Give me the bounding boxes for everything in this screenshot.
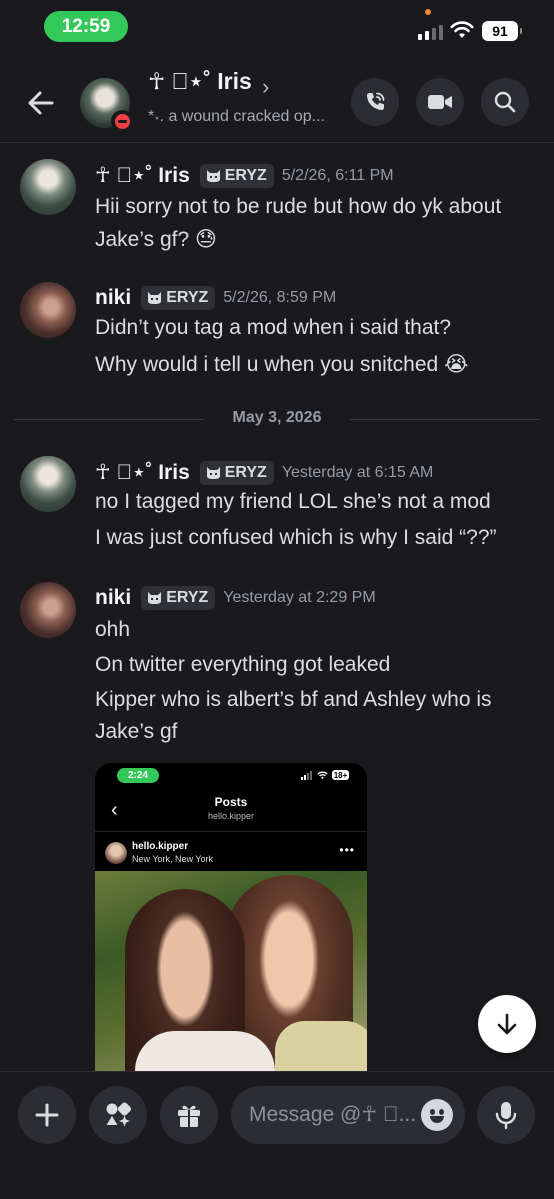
attachment-divider — [95, 831, 367, 832]
emoji-icon[interactable] — [421, 1099, 453, 1131]
author-name[interactable]: niki — [95, 586, 131, 610]
message-header: niki ERYZ 5/2/26, 8:59 PM — [95, 286, 336, 310]
avatar[interactable] — [20, 159, 76, 215]
timestamp: Yesterday at 2:29 PM — [223, 589, 376, 606]
message-text: On twitter everything got leaked — [95, 653, 391, 676]
avatar[interactable] — [20, 582, 76, 638]
voice-call-button[interactable] — [351, 78, 399, 126]
message-text: Jake’s gf? 😓 — [95, 228, 217, 251]
chat-header: ☥ ⃝⋆˚ Iris › *˖. a wound cracked op... — [0, 62, 554, 142]
author-name[interactable]: ☥ ⃝⋆˚ Iris — [95, 163, 190, 188]
wifi-icon — [317, 771, 328, 779]
timestamp: 5/2/26, 6:11 PM — [281, 166, 394, 184]
cat-icon — [206, 466, 220, 479]
status-time: 12:59 — [44, 11, 128, 42]
signal-icon — [418, 24, 443, 40]
date-label: May 3, 2026 — [232, 409, 322, 426]
apps-button[interactable] — [89, 1086, 147, 1144]
attachment-subtitle: hello.kipper — [207, 811, 255, 821]
avatar[interactable] — [20, 456, 76, 512]
cat-icon — [206, 169, 220, 182]
guild-tag-label: ERYZ — [224, 166, 267, 184]
author-name[interactable]: niki — [95, 286, 131, 310]
guild-tag-label: ERYZ — [166, 589, 209, 606]
cat-icon — [148, 292, 162, 304]
timestamp: 5/2/26, 8:59 PM — [223, 289, 337, 306]
header-username[interactable]: ☥ ⃝⋆˚ Iris — [148, 68, 252, 95]
apps-icon — [106, 1102, 132, 1127]
message-header: niki ERYZ Yesterday at 2:29 PM — [95, 586, 376, 610]
guild-tag-label: ERYZ — [166, 289, 209, 306]
header-custom-status: *˖. a wound cracked op... — [148, 108, 325, 125]
dnd-status-icon — [111, 110, 133, 132]
video-camera-icon — [428, 95, 452, 109]
back-arrow-icon[interactable] — [24, 86, 58, 120]
message-input[interactable] — [249, 1086, 419, 1144]
guild-tag[interactable]: ERYZ — [199, 460, 274, 485]
microphone-icon — [495, 1102, 517, 1130]
message-header: ☥ ⃝⋆˚ Iris ERYZ 5/2/26, 6:11 PM — [95, 163, 394, 188]
avatar[interactable] — [20, 282, 76, 338]
recording-indicator — [425, 9, 431, 15]
attachment-title: Posts — [214, 795, 248, 809]
message-text: Kipper who is albert’s bf and Ashley who… — [95, 688, 492, 711]
attachment-avatar — [105, 842, 127, 864]
attachment-battery: 18+ — [332, 770, 349, 780]
video-call-button[interactable] — [416, 78, 464, 126]
status-bar: 12:59 91 — [0, 0, 554, 52]
attachment-username: hello.kipper — [132, 841, 189, 852]
gift-icon — [178, 1105, 200, 1127]
message-composer — [0, 1071, 554, 1199]
guild-tag[interactable]: ERYZ — [141, 586, 216, 610]
message-text: Hii sorry not to be rude but how do yk a… — [95, 195, 502, 218]
message-text: ohh — [95, 618, 131, 641]
author-name[interactable]: ☥ ⃝⋆˚ Iris — [95, 460, 190, 485]
message-text: no I tagged my friend LOL she’s not a mo… — [95, 490, 491, 513]
header-divider — [0, 142, 554, 143]
attachment-status-icons: 18+ — [301, 770, 349, 780]
message-text: Jake’s gf — [95, 720, 178, 743]
guild-tag[interactable]: ERYZ — [141, 286, 216, 310]
guild-tag[interactable]: ERYZ — [199, 163, 274, 188]
message-text: I was just confused which is why I said … — [95, 526, 497, 549]
date-separator: May 3, 2026 — [14, 408, 540, 432]
timestamp: Yesterday at 6:15 AM — [281, 463, 434, 481]
attachment-status-time: 2:24 — [117, 768, 159, 783]
message-input-container — [231, 1086, 465, 1144]
attachment-photo — [95, 871, 367, 1073]
chevron-right-icon[interactable]: › — [262, 74, 269, 100]
attachment-location: New York, New York — [132, 854, 214, 864]
voice-message-button[interactable] — [477, 1086, 535, 1144]
message-text: Why would i tell u when you snitched 😭 — [95, 353, 469, 376]
gift-button[interactable] — [160, 1086, 218, 1144]
jump-to-present-button[interactable] — [478, 995, 536, 1053]
image-attachment[interactable]: 2:24 18+ ‹ Posts hello.kipper hello.kipp… — [95, 763, 367, 1073]
search-icon — [494, 91, 516, 113]
cat-icon — [148, 592, 162, 604]
attach-button[interactable] — [18, 1086, 76, 1144]
guild-tag-label: ERYZ — [224, 463, 267, 481]
phone-icon — [366, 92, 385, 111]
wifi-icon — [450, 21, 474, 38]
plus-icon — [35, 1103, 59, 1127]
more-icon: ••• — [339, 843, 355, 857]
search-button[interactable] — [481, 78, 529, 126]
signal-icon — [301, 770, 312, 780]
battery-indicator: 91 — [482, 21, 522, 41]
message-text: Didn’t you tag a mod when i said that? — [95, 316, 452, 339]
arrow-down-icon — [497, 1013, 517, 1035]
message-header: ☥ ⃝⋆˚ Iris ERYZ Yesterday at 6:15 AM — [95, 460, 433, 485]
